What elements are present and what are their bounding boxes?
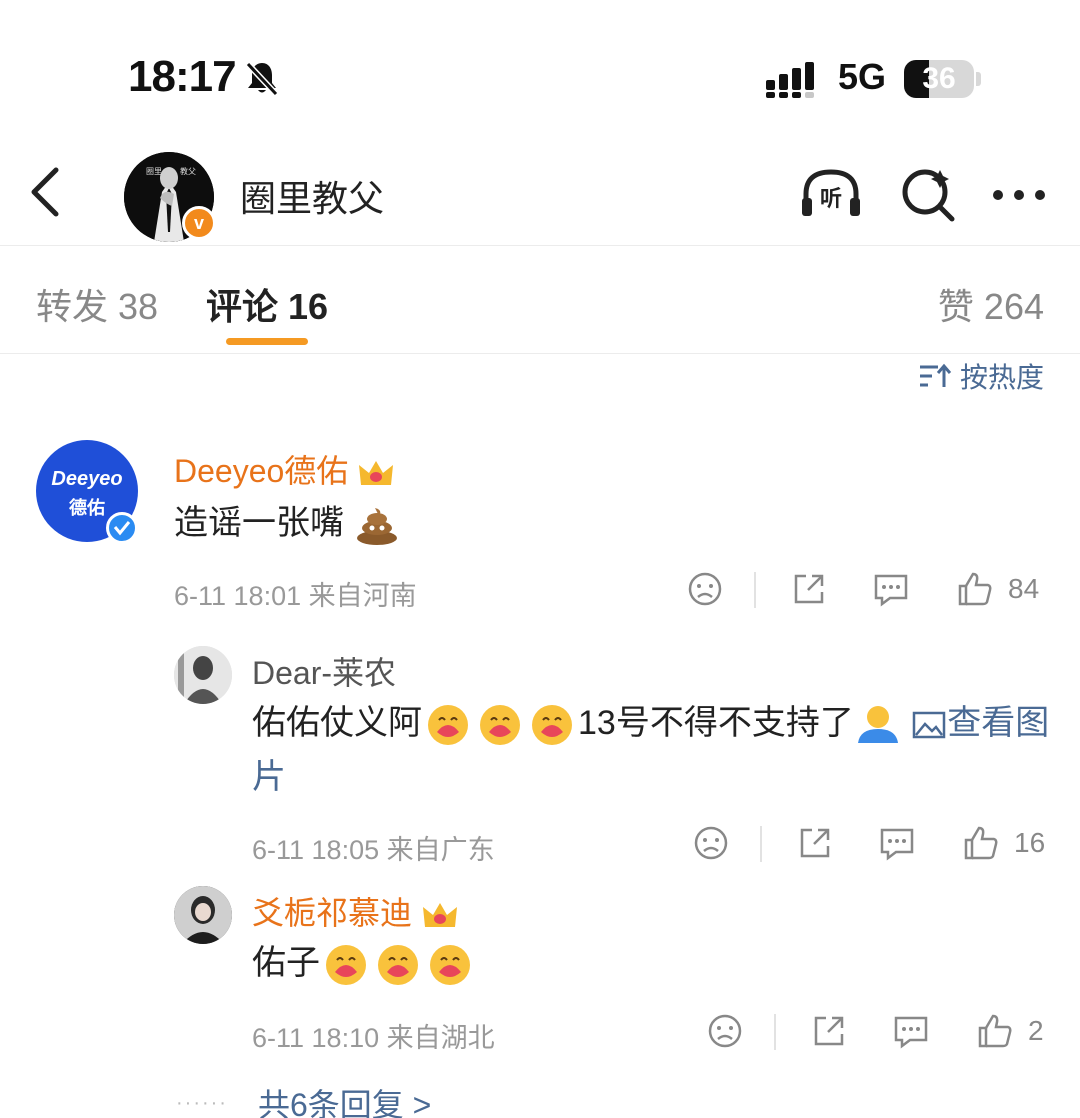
avatar-text-right: 教父 [180,166,196,176]
battery-percent: 36 [922,62,956,95]
network-type: 5G [838,56,887,97]
sort-label: 按热度 [959,362,1044,393]
comment-text: 造谣一张嘴 [174,496,401,550]
signal-icon [766,62,814,98]
comment-username[interactable]: Deeyeo德佑 [174,446,395,492]
username-text: 爻栀祁慕迪 [252,895,413,931]
poop-emoji-icon [357,508,398,546]
dislike-face-icon [708,1014,742,1048]
hug-emoji-icon [326,945,366,986]
reply-button[interactable] [892,1012,930,1050]
like-count: 2 [1028,1015,1044,1046]
reply-meta: 6-11 18:10 来自湖北 [252,1023,495,1053]
tab-reposts[interactable]: 转发 38 [36,278,158,330]
reply-body: 佑子 [252,944,320,982]
dislike-face-icon [688,572,722,606]
verified-badge: v [182,206,216,240]
comment-bubble-icon [880,828,914,861]
tab-comments[interactable]: 评论 16 [206,278,328,330]
sort-button[interactable]: 按热度 [918,356,1044,396]
hug-emoji-icon [480,705,520,746]
reply-text: 佑子 [252,936,476,990]
hug-emoji-icon [378,945,418,986]
comment-meta: 6-11 18:01 来自河南 [174,581,417,611]
sort-icon [919,363,952,387]
reply-username[interactable]: Dear-莱农 [252,648,396,694]
nav-bar: 圈里 教父 v 圈里教父 听 [0,140,1080,246]
thumbs-up-icon [978,1014,1012,1048]
back-arrow-icon[interactable] [24,162,68,222]
username-text: Deeyeo德佑 [174,453,349,489]
person-emoji-icon [857,706,898,744]
active-tab-indicator [226,338,308,345]
reply-button[interactable] [872,570,910,608]
clock: 18:17 [128,52,237,101]
crown-icon [359,460,394,485]
avatar-image [174,886,232,944]
share-icon [800,828,830,858]
dislike-button[interactable] [706,1012,744,1050]
share-button[interactable] [796,824,834,862]
reply-text: 佑佑仗义阿 13号不得不支持了 查看图片 [252,696,1052,804]
action-divider [774,1014,776,1050]
reply-avatar[interactable] [174,646,232,704]
page-title[interactable]: 圈里教父 [240,170,384,222]
dislike-button[interactable] [686,570,724,608]
reply-meta: 6-11 18:05 来自广东 [252,835,495,865]
like-button[interactable]: 84 [956,570,1039,608]
dotted-line: ······ [176,1091,228,1114]
dislike-button[interactable] [692,824,730,862]
reply-button[interactable] [878,824,916,862]
reply-username[interactable]: 爻栀祁慕迪 [252,888,459,934]
reply-body-b: 13号不得不支持了 [578,704,854,742]
svg-text:听: 听 [820,187,842,212]
battery-tip [976,72,981,86]
tab-bar: 转发 38 评论 16 赞 264 [0,246,1080,354]
thumbs-up-icon [964,826,998,860]
bell-muted-icon [245,61,279,97]
listen-icon[interactable]: 听 [798,162,864,228]
like-count: 84 [1008,573,1040,604]
comment-bubble-icon [874,574,908,607]
action-divider [760,826,762,862]
share-button[interactable] [810,1012,848,1050]
hug-emoji-icon [428,705,468,746]
reply-avatar[interactable] [174,886,232,944]
battery-indicator: 36 [904,60,974,98]
hug-emoji-icon [430,945,470,986]
status-bar: 18:17 5G 36 [0,0,1080,140]
tab-likes[interactable]: 赞 264 [938,278,1044,330]
more-icon[interactable] [986,162,1052,228]
hug-emoji-icon [532,705,572,746]
like-button[interactable]: 16 [962,824,1045,862]
image-icon [913,711,946,739]
dislike-face-icon [694,826,728,860]
like-button[interactable]: 2 [976,1012,1044,1050]
crown-icon [422,902,457,927]
share-icon [794,574,824,604]
thumbs-up-icon [958,572,992,606]
more-replies-link[interactable]: ······ 共6条回复 > [176,1080,431,1118]
avatar-line1: Deeyeo [51,468,123,490]
share-button[interactable] [790,570,828,608]
search-icon[interactable] [896,162,962,228]
like-count: 16 [1014,827,1046,858]
share-icon [814,1016,844,1046]
comment-body: 造谣一张嘴 [174,504,344,542]
verified-blue-badge [106,512,138,544]
more-replies-label: 共6条回复 > [257,1087,432,1118]
comment-bubble-icon [894,1016,928,1049]
avatar-text-left: 圈里 [146,167,162,176]
avatar-image [174,646,232,704]
reply-body-a: 佑佑仗义阿 [252,704,422,742]
action-divider [754,572,756,608]
